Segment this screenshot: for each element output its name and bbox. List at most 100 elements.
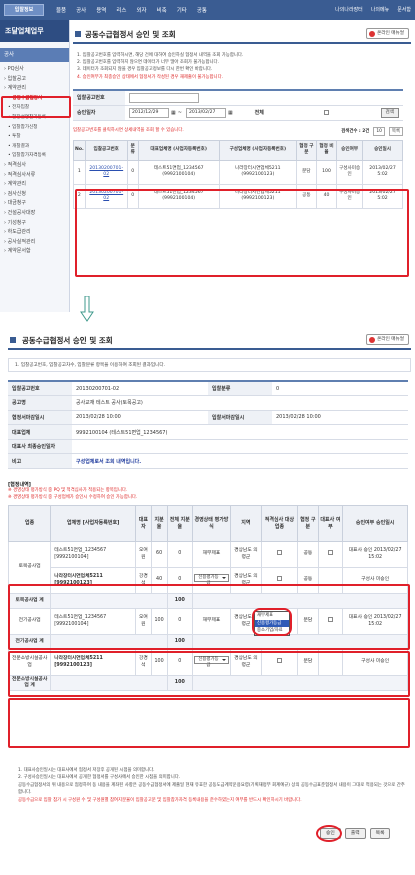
- my-marketplace-link[interactable]: 나의나라장터: [335, 6, 363, 13]
- sidebar-item[interactable]: › 대금청구: [4, 199, 69, 209]
- calendar-icon[interactable]: ▦: [171, 110, 176, 116]
- date-to-input[interactable]: 2013/02/27: [185, 107, 226, 118]
- sidebar-item[interactable]: • 공동수급협정서: [4, 94, 69, 104]
- table-row[interactable]: 1 20130200701-02 0 테스트51면업_1234567 (9992100…: [73, 159, 403, 185]
- action-buttons: 승인 출력 목록: [320, 828, 391, 839]
- sidebar-item[interactable]: • 투찰: [4, 132, 69, 142]
- note-line: 4. 승인여부가 최종승인 상태에서 협정서가 작성된 경우 재제출이 불가능합…: [77, 74, 224, 80]
- nav-item-common[interactable]: 공통: [197, 6, 207, 14]
- column-header: 적격심사 대상업종: [260, 505, 299, 543]
- page2-title: 공동수급협정서 승인 및 조회: [22, 336, 113, 345]
- column-header: 승인여부: [336, 139, 364, 161]
- title-bullet-icon: [10, 337, 16, 343]
- nav-item-goods[interactable]: 물품: [56, 6, 66, 14]
- nav-item-service[interactable]: 용역: [96, 6, 106, 14]
- list-button[interactable]: 목록: [369, 828, 391, 839]
- search-row-approval-date: 승인일자 2012/12/29 ▦ ~ 2013/02/27 ▦ 전체 검색: [73, 105, 403, 121]
- sidebar-item[interactable]: › 공사실적관리: [4, 238, 69, 248]
- table-cell: 나라장터시연업체5211 (9992100123): [218, 159, 297, 185]
- sidebar-item[interactable]: • 현장설명참가등록: [4, 113, 69, 123]
- share-cell: 40: [150, 567, 168, 595]
- sidebar-item[interactable]: › 입찰공고: [4, 75, 69, 85]
- column-header: 경영상태 평가방식: [191, 505, 231, 543]
- page1-notes: 1. 입찰공고번호를 입력하시면, 해당 건에 대하여 승인하실 협정서 내역을…: [73, 52, 411, 81]
- table-row: 전문소방시설공사업 나라장터시연업체5211 [9992100123] 강경석 100…: [7, 649, 408, 677]
- sidebar-item[interactable]: › PQ심사: [4, 65, 69, 75]
- sidebar-item[interactable]: › 검사신청: [4, 190, 69, 200]
- sidebar-menu: › PQ심사 › 입찰공고 › 계약관리 • 공동수급협정서 • 전자입찰 • 현장설명참…: [0, 62, 69, 257]
- approve-button[interactable]: 승인: [320, 828, 341, 839]
- nav-item-foreign[interactable]: 외자: [137, 6, 147, 14]
- search-button[interactable]: 검색: [380, 107, 399, 118]
- nav-item-lease[interactable]: 리스: [116, 6, 126, 14]
- all-checkbox[interactable]: [323, 110, 329, 116]
- dropdown-option-selected[interactable]: 신용평가등급: [255, 619, 289, 627]
- industry-cell: 토목공사업: [7, 541, 52, 595]
- page1-title: 공동수급협정서 승인 및 조회: [85, 30, 176, 39]
- nav-item-construction[interactable]: 공사: [76, 6, 86, 14]
- print-button[interactable]: 출력: [344, 828, 366, 839]
- detail-row: 협정서마감일시 2013/02/28 10:00 입찰서마감일시 2013/02/28…: [8, 410, 408, 426]
- bid-number-input[interactable]: [129, 92, 199, 103]
- online-manual-button[interactable]: 온라인 매뉴얼: [366, 28, 409, 39]
- result-count: 검색건수 : 2건: [341, 129, 370, 135]
- region-cell: 경상남도 의령군: [229, 541, 262, 569]
- my-menu-link[interactable]: 나의메뉴: [371, 6, 389, 13]
- sidebar-item[interactable]: › 계약관리: [4, 84, 69, 94]
- detail-value: 구성업체로서 조회 내역입니다.: [72, 453, 408, 470]
- industry-cell: 전기공사업: [7, 608, 52, 636]
- evaluation-select[interactable]: 신용평가등급: [193, 655, 229, 668]
- help-icon: [369, 31, 376, 37]
- site-logo[interactable]: 입찰정보: [4, 4, 44, 16]
- sidebar-item[interactable]: • 개찰결과: [4, 142, 69, 152]
- dropdown-option[interactable]: 중소기업/자료: [255, 627, 289, 635]
- bid-number-link[interactable]: 20130200701-02: [89, 166, 123, 177]
- approval-status-cell: 대표사 승인 2013/02/27 15:02: [342, 608, 408, 636]
- nav-item-stockpile[interactable]: 비축: [157, 6, 167, 14]
- column-header: 협정 비율: [315, 139, 338, 161]
- subtotal-value: 100: [166, 675, 193, 692]
- detail-value: 공사교재 테스트 공사(토목공고): [72, 395, 408, 411]
- evaluation-select[interactable]: 신용평가등급: [193, 573, 229, 586]
- dropdown-option[interactable]: 재무제표: [255, 612, 289, 620]
- sidebar-item[interactable]: • 입찰참가신청: [4, 123, 69, 133]
- page2-info: 1. 입찰공고번호, 입찰공고차수, 입찰분류 항목을 이용하여 조회된 결과입…: [8, 358, 411, 372]
- bid-number-link[interactable]: 20130200701-02: [89, 190, 123, 201]
- agreement-type-cell: 분담: [297, 649, 319, 677]
- column-header: 협정 구분: [295, 139, 317, 161]
- evaluation-cell: 신용평가등급: [191, 649, 231, 677]
- sidebar-item[interactable]: › 계약관리: [4, 180, 69, 190]
- detail-label: 협정서마감일시: [8, 410, 72, 426]
- sidebar-item[interactable]: • 입찰참가자격등록: [4, 151, 69, 161]
- sidebar-item[interactable]: › 적격심사: [4, 161, 69, 171]
- sidebar-item[interactable]: › 적격심사서류: [4, 171, 69, 181]
- agreement-type-cell: 공동: [297, 567, 319, 595]
- footnote-line: 2. 구성사승인일시는 대표사에서 공개한 협정서를 구성사에서 승인한 시점을…: [18, 775, 181, 781]
- detail-label: 공고명: [8, 395, 72, 411]
- column-header: 분류: [126, 139, 139, 161]
- date-from-input[interactable]: 2012/12/29: [129, 107, 169, 118]
- table-row[interactable]: 2 20130200701-02 0 테스트51면업_1234567 (9992100…: [73, 183, 403, 209]
- sidebar-item[interactable]: › 기성청구: [4, 219, 69, 229]
- company-cell: 테스트51면업_1234567 [9992100104]: [50, 608, 137, 636]
- top-bar: 입찰정보 물품 공사 용역 리스 외자 비축 기타 공통 나의나라장터 나의메뉴…: [0, 0, 415, 20]
- page-size-select[interactable]: 10: [373, 126, 385, 136]
- sidebar-item[interactable]: › 계약문서함: [4, 247, 69, 257]
- online-manual-button[interactable]: 온라인 매뉴얼: [366, 334, 409, 345]
- total-share-cell: 0: [166, 608, 193, 636]
- sidebar-item[interactable]: › 하도급관리: [4, 228, 69, 238]
- table-cell: 2: [73, 183, 86, 209]
- calendar-icon[interactable]: ▦: [228, 110, 233, 116]
- evaluation-method-dropdown[interactable]: 재무제표 신용평가등급 중소기업/자료: [254, 611, 290, 636]
- sidebar-item[interactable]: › 건설공사대장: [4, 209, 69, 219]
- sidebar-item[interactable]: • 전자입찰: [4, 103, 69, 113]
- sidebar-section-construction[interactable]: 공사: [0, 48, 69, 62]
- list-button[interactable]: 목록: [388, 126, 403, 136]
- nav-item-etc[interactable]: 기타: [177, 6, 187, 14]
- detail-value: [72, 439, 408, 455]
- subtotal-label: 전기공사업 계: [7, 634, 52, 651]
- agreement-detail-table: 입찰공고번호 20130200701-02 입찰분류 0 공고명 공사교재 테스트 공사(…: [8, 380, 408, 470]
- ceo-cell: 오여원: [135, 541, 152, 569]
- subtotal-row: 토목공사업 계 100: [7, 593, 409, 610]
- document-box-link[interactable]: 문서함: [397, 6, 411, 13]
